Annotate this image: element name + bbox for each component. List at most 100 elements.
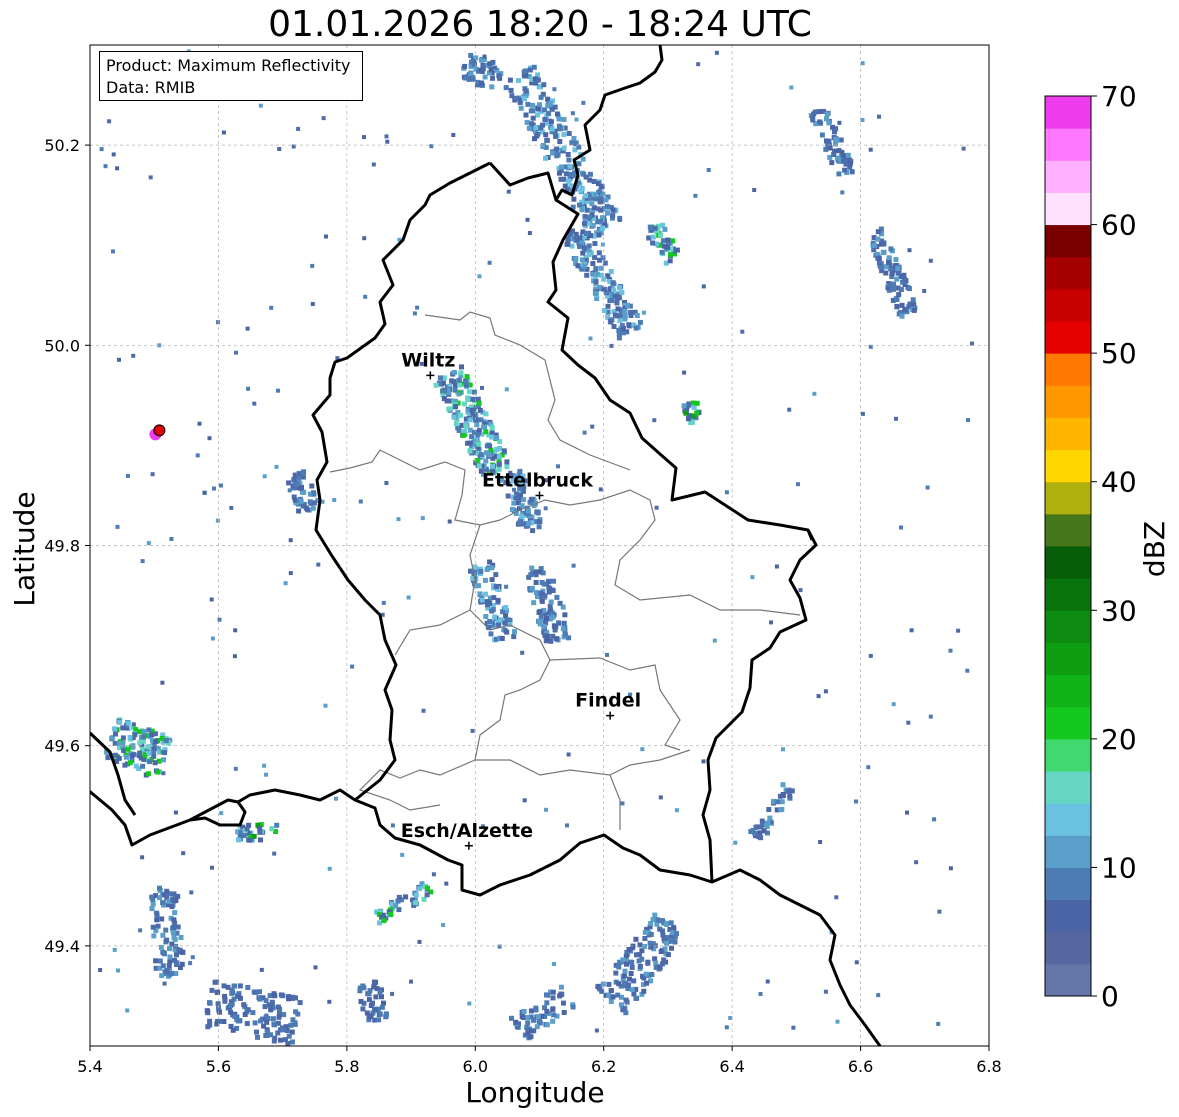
echo-pixel (140, 559, 145, 564)
echo-pixel (665, 244, 670, 250)
echo-pixel (237, 983, 243, 989)
echo-pixel (125, 746, 131, 752)
echo-pixel (909, 628, 914, 633)
echo-pixel (217, 1009, 222, 1015)
echo-pixel (550, 989, 556, 995)
echo-pixel (937, 909, 942, 914)
echo-pixel (758, 992, 763, 996)
colorbar-tick-label: 50 (1101, 337, 1137, 370)
colorbar-segment (1045, 128, 1091, 161)
echo-pixel (152, 760, 158, 766)
echo-pixel (597, 188, 603, 194)
echo-pixel (396, 894, 402, 900)
echo-pixel (417, 939, 422, 944)
echo-pixel (535, 77, 541, 83)
echo-pixel (159, 916, 165, 922)
echo-pixel (488, 631, 494, 637)
echo-pixel (652, 912, 658, 918)
echo-pixel (598, 207, 604, 213)
echo-pixel (467, 440, 473, 446)
echo-pixel (116, 740, 122, 746)
echo-pixel (146, 541, 151, 546)
echo-pixel (667, 258, 673, 264)
echo-pixel (531, 600, 537, 606)
echo-pixel (587, 177, 593, 183)
echo-pixel (597, 986, 603, 992)
echo-pixel (504, 387, 509, 392)
echo-pixel (137, 740, 143, 746)
x-tick-label: 5.6 (206, 1057, 231, 1076)
echo-pixel (766, 807, 772, 812)
echo-pixel (544, 137, 550, 143)
echo-pixel (533, 572, 539, 578)
echo-pixel (107, 119, 112, 124)
echo-pixel (791, 1025, 796, 1030)
echo-pixel (728, 1016, 733, 1020)
echo-pixel (612, 282, 617, 287)
echo-pixel (477, 274, 482, 279)
echo-pixel (614, 300, 620, 306)
echo-pixel (586, 252, 592, 258)
echo-pixel (283, 581, 288, 586)
echo-pixel (622, 313, 628, 319)
echo-pixel (261, 1023, 267, 1029)
echo-pixel (621, 973, 627, 979)
echo-pixel (740, 329, 745, 334)
echo-pixel (566, 752, 571, 757)
echo-pixel (631, 991, 637, 997)
echo-pixel (894, 297, 900, 302)
echo-pixel (789, 85, 794, 90)
echo-pixel (819, 132, 825, 138)
echo-pixel (875, 236, 881, 242)
echo-pixel (549, 126, 555, 132)
echo-pixel (452, 387, 458, 393)
echo-pixel (724, 490, 729, 495)
echo-pixel (511, 634, 517, 640)
echo-pixel (539, 598, 545, 604)
echo-pixel (860, 411, 865, 416)
echo-pixel (588, 336, 593, 341)
echo-pixel (525, 521, 531, 526)
echo-pixel (361, 985, 367, 991)
city-marker (426, 371, 435, 380)
echo-pixel (529, 585, 535, 591)
echo-pixel (674, 247, 680, 253)
echo-pixel (390, 823, 395, 828)
echo-pixel (496, 461, 502, 467)
echo-pixel (643, 971, 649, 977)
echo-pixel (875, 229, 881, 235)
colorbar-segment (1045, 642, 1091, 676)
echo-pixel (456, 427, 462, 433)
echo-pixel (832, 129, 837, 135)
echo-pixel (633, 936, 639, 942)
echo-pixel (544, 1022, 550, 1028)
echo-pixel (706, 168, 711, 172)
colorbar-segment (1045, 353, 1091, 386)
echo-pixel (522, 96, 527, 102)
echo-pixel (268, 1007, 274, 1013)
echo-pixel (462, 63, 468, 69)
echo-pixel (836, 171, 842, 177)
echo-pixel (245, 1007, 251, 1013)
echo-pixel (647, 224, 653, 230)
echo-pixel (891, 282, 896, 288)
echo-pixel (582, 221, 587, 227)
echo-pixel (149, 894, 155, 900)
echo-pixel (754, 824, 760, 830)
echo-pixel (262, 1004, 268, 1010)
echo-pixel (510, 506, 515, 512)
echo-pixel (160, 963, 166, 969)
echo-pixel (124, 754, 129, 760)
echo-pixel (847, 161, 853, 167)
echo-pixel (893, 257, 899, 263)
echo-pixel (561, 117, 567, 122)
echo-pixel (609, 298, 615, 304)
echo-pixel (540, 143, 546, 149)
echo-pixel (548, 638, 554, 644)
echo-pixel (155, 769, 161, 775)
echo-pixel (662, 226, 668, 232)
echo-pixel (894, 276, 900, 282)
echo-pixel (642, 936, 648, 941)
echo-pixel (497, 75, 503, 81)
echo-pixel (891, 702, 896, 707)
